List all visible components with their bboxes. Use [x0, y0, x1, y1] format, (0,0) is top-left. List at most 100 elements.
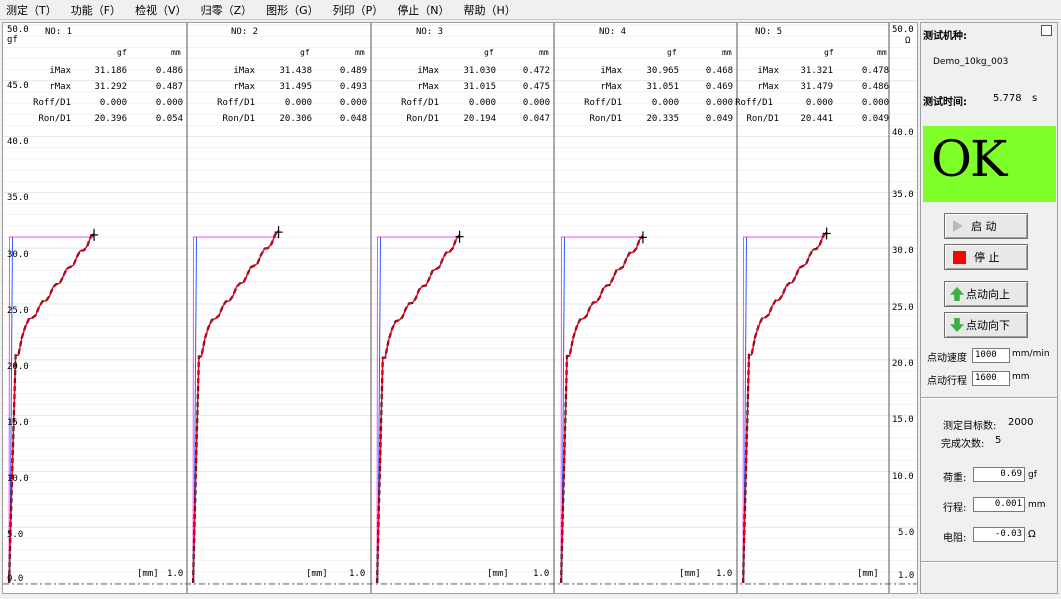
menu-measure[interactable]: 测定（T） [6, 2, 57, 18]
left-tick-30: 30.0 [7, 250, 29, 260]
force-curve [742, 231, 828, 584]
force-curve [376, 234, 461, 584]
roff-mm: 0.000 [522, 98, 550, 108]
force-curve-dark [375, 234, 461, 584]
play-icon [953, 220, 963, 232]
done-value: 5 [995, 435, 1002, 446]
imax-gf: 31.186 [94, 66, 127, 76]
target-value: 2000 [1008, 417, 1034, 428]
rmax-mm: 0.487 [155, 82, 183, 92]
ron-gf: 20.335 [646, 114, 679, 124]
speed-input[interactable]: 1000 [972, 348, 1010, 363]
travel-display: 0.001 [973, 497, 1025, 512]
left-tick-20: 20.0 [7, 362, 29, 372]
done-label: 完成次数: [941, 439, 985, 450]
machine-value: Demo_10kg_003 [933, 57, 1009, 67]
menu-zero[interactable]: 归零（Z） [201, 2, 253, 18]
x-unit-label-3: [mm] [487, 569, 509, 579]
stop-button[interactable]: 停 止 [944, 244, 1028, 270]
load-label: 荷重: [943, 473, 967, 484]
mm-header: mm [539, 48, 549, 57]
x-max-label-3: 1.0 [533, 569, 550, 579]
roff-gf: 0.000 [651, 98, 679, 108]
menu-stop[interactable]: 停止（N） [397, 2, 449, 18]
jog-up-button[interactable]: 点动向上 [944, 281, 1028, 307]
menu-graph[interactable]: 图形（G） [266, 2, 319, 18]
left-tick-25: 25.0 [7, 306, 29, 316]
panel-2-header: NO: 2 gf mm iMax 31.438 0.489 rMax 31.49… [187, 23, 371, 151]
imax-mm: 0.468 [705, 66, 733, 76]
time-unit: s [1032, 93, 1038, 104]
left-tick-5: 5.0 [7, 530, 24, 540]
start-button-label: 启 动 [971, 220, 997, 233]
right-tick-10: 10.0 [892, 472, 914, 482]
right-tick-1: 1.0 [898, 571, 915, 581]
result-indicator: OK [923, 126, 1056, 202]
jog-down-label: 点动向下 [966, 319, 1010, 332]
divider [921, 397, 1057, 399]
menu-help[interactable]: 帮助（H） [464, 2, 516, 18]
ron-mm: 0.047 [522, 114, 550, 124]
ron-mm: 0.049 [861, 114, 889, 124]
panel-number: NO: 5 [755, 27, 783, 37]
resistance-display: -0.03 [973, 527, 1025, 542]
stop-button-label: 停 止 [974, 251, 1000, 264]
panel-number: NO: 1 [45, 27, 73, 37]
rmax-gf: 31.495 [279, 82, 312, 92]
row-name-rmax: rMax [417, 82, 439, 92]
ron-gf: 20.194 [463, 114, 496, 124]
chart-area: 50.0 gf 45.0 40.0 35.0 30.0 25.0 20.0 15… [2, 22, 918, 594]
row-name-rmax: rMax [49, 82, 71, 92]
rmax-gf: 31.051 [646, 82, 679, 92]
target-label: 测定目标数: [943, 421, 997, 432]
rmax-mm: 0.475 [522, 82, 550, 92]
right-tick-20: 20.0 [892, 359, 914, 369]
panel-4-header: NO: 4 gf mm iMax 30.965 0.468 rMax 31.05… [554, 23, 737, 151]
stroke-input[interactable]: 1600 [972, 371, 1010, 386]
panel-3-header: NO: 3 gf mm iMax 31.030 0.472 rMax 31.01… [371, 23, 554, 151]
rmax-mm: 0.493 [339, 82, 367, 92]
ron-mm: 0.049 [705, 114, 733, 124]
x-unit-label-1: [mm] [137, 569, 159, 579]
x-unit-label-2: [mm] [306, 569, 328, 579]
ron-gf: 20.396 [94, 114, 127, 124]
force-curve-dark [559, 235, 644, 584]
row-name-ron: Ron/D1 [746, 114, 779, 124]
stroke-label: 点动行程 [927, 376, 967, 387]
panel-5-header: NO: 5 gf mm iMax 31.321 0.478 rMax 31.47… [735, 23, 889, 151]
options-checkbox[interactable] [1041, 25, 1052, 36]
x-unit-label-4: [mm] [679, 569, 701, 579]
right-tick-15: 15.0 [892, 415, 914, 425]
roff-mm: 0.000 [339, 98, 367, 108]
menu-bar: 测定（T） 功能（F） 检视（V） 归零（Z） 图形（G） 列印（P） 停止（N… [0, 0, 1061, 20]
mm-header: mm [877, 48, 887, 57]
imax-gf: 31.030 [463, 66, 496, 76]
force-curve [192, 230, 280, 584]
mm-header: mm [722, 48, 732, 57]
mm-header: mm [355, 48, 365, 57]
arrow-up-icon [950, 287, 964, 301]
row-name-imax: iMax [49, 66, 71, 76]
right-tick-25: 25.0 [892, 303, 914, 313]
force-curve-dark [191, 229, 280, 584]
row-name-ron: Ron/D1 [406, 114, 439, 124]
imax-gf: 31.438 [279, 66, 312, 76]
menu-function[interactable]: 功能（F） [71, 2, 121, 18]
right-tick-35: 35.0 [892, 190, 914, 200]
right-tick-30: 30.0 [892, 246, 914, 256]
roff-gf: 0.000 [805, 98, 833, 108]
roff-mm: 0.000 [861, 98, 889, 108]
right-tick-40: 40.0 [892, 128, 914, 138]
rmax-gf: 31.015 [463, 82, 496, 92]
menu-print[interactable]: 列印（P） [333, 2, 384, 18]
imax-gf: 30.965 [646, 66, 679, 76]
row-name-roff: Roff/D1 [217, 98, 255, 108]
gf-header: gf [824, 48, 834, 57]
start-button[interactable]: 启 动 [944, 213, 1028, 239]
row-name-rmax: rMax [600, 82, 622, 92]
ron-mm: 0.054 [155, 114, 183, 124]
jog-down-button[interactable]: 点动向下 [944, 312, 1028, 338]
menu-view[interactable]: 检视（V） [135, 2, 187, 18]
left-tick-10: 10.0 [7, 474, 29, 484]
row-name-rmax: rMax [233, 82, 255, 92]
